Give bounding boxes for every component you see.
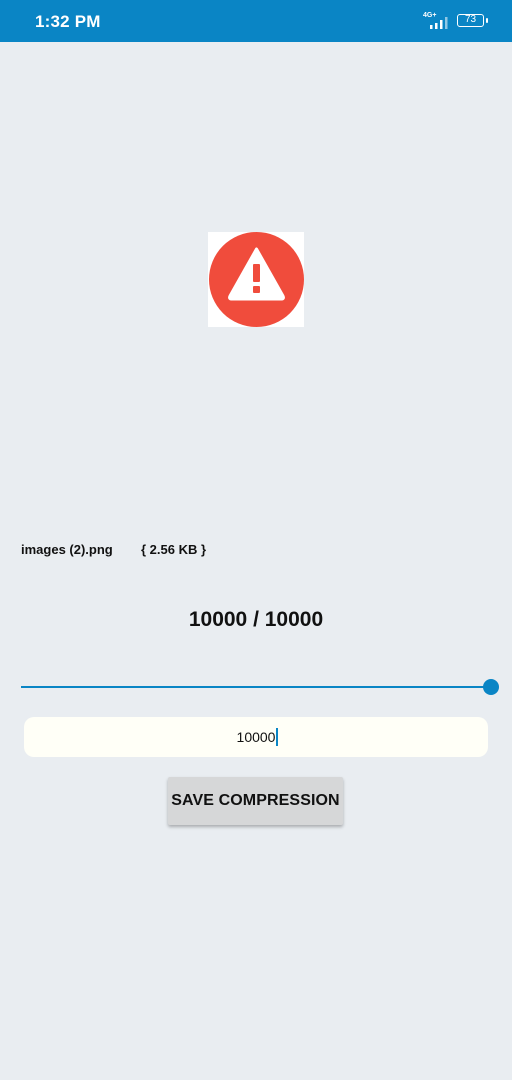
compression-slider[interactable] (21, 678, 499, 696)
battery-icon: 73 (457, 14, 484, 27)
network-indicator: 4G+ (421, 11, 451, 31)
slider-fill (21, 686, 491, 688)
battery-cap (486, 18, 488, 23)
image-preview (208, 232, 304, 327)
compression-value-input[interactable] (24, 717, 488, 757)
status-bar: 1:32 PM 4G+ 73 (0, 0, 512, 42)
battery-level: 73 (464, 14, 477, 25)
status-time: 1:32 PM (35, 12, 101, 31)
save-compression-button[interactable]: SAVE COMPRESSION (168, 777, 343, 825)
slider-thumb[interactable] (483, 679, 499, 695)
file-name: images (2).png (21, 542, 113, 557)
warning-icon (209, 232, 304, 327)
text-cursor (276, 728, 278, 746)
file-size: { 2.56 KB } (141, 542, 207, 557)
quality-readout: 10000 / 10000 (188, 608, 324, 631)
signal-strength-icon (430, 17, 448, 29)
